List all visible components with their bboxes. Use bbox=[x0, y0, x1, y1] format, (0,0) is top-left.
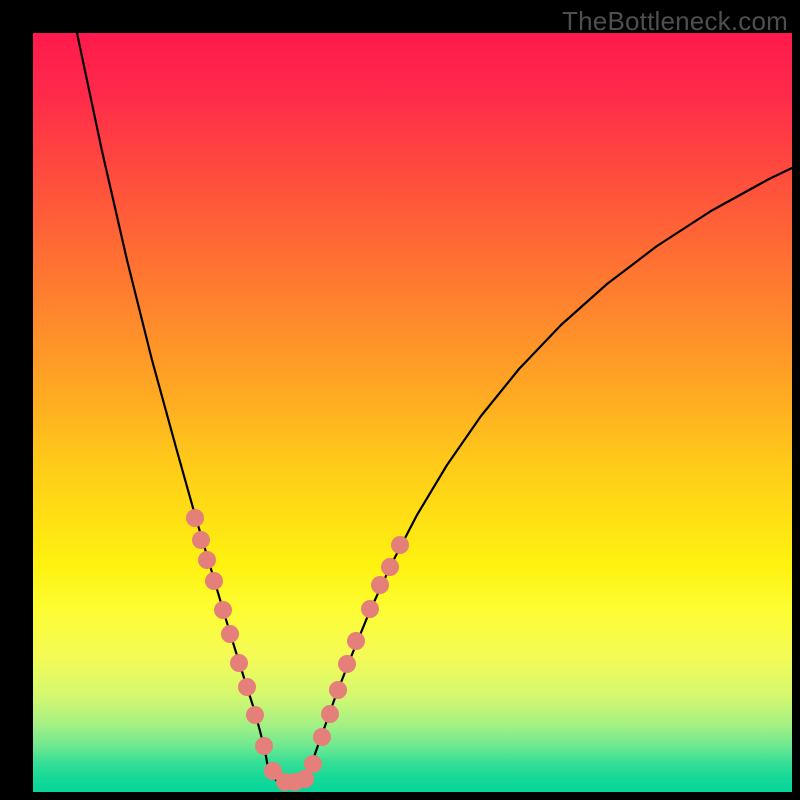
curve-path bbox=[309, 168, 792, 773]
dot-icon bbox=[338, 655, 356, 673]
dot-icon bbox=[347, 632, 365, 650]
dot-icon bbox=[192, 531, 210, 549]
dot-icon bbox=[238, 678, 256, 696]
dot-icon bbox=[255, 737, 273, 755]
plot-area bbox=[33, 33, 792, 792]
scatter-dots-left bbox=[186, 509, 314, 791]
dot-icon bbox=[214, 601, 232, 619]
dot-icon bbox=[313, 728, 331, 746]
chart-frame: TheBottleneck.com bbox=[0, 0, 800, 800]
dot-icon bbox=[304, 755, 322, 773]
dot-icon bbox=[381, 558, 399, 576]
dot-icon bbox=[391, 536, 409, 554]
dot-icon bbox=[361, 600, 379, 618]
dot-icon bbox=[186, 509, 204, 527]
dot-icon bbox=[371, 576, 389, 594]
dot-icon bbox=[329, 681, 347, 699]
dot-icon bbox=[221, 625, 239, 643]
dot-icon bbox=[198, 551, 216, 569]
watermark-text: TheBottleneck.com bbox=[562, 6, 788, 37]
dot-icon bbox=[321, 705, 339, 723]
chart-svg bbox=[33, 33, 792, 792]
dot-icon bbox=[230, 654, 248, 672]
dot-icon bbox=[205, 572, 223, 590]
dot-icon bbox=[246, 706, 264, 724]
line-right-branch bbox=[309, 168, 792, 773]
scatter-dots-right bbox=[304, 536, 409, 773]
